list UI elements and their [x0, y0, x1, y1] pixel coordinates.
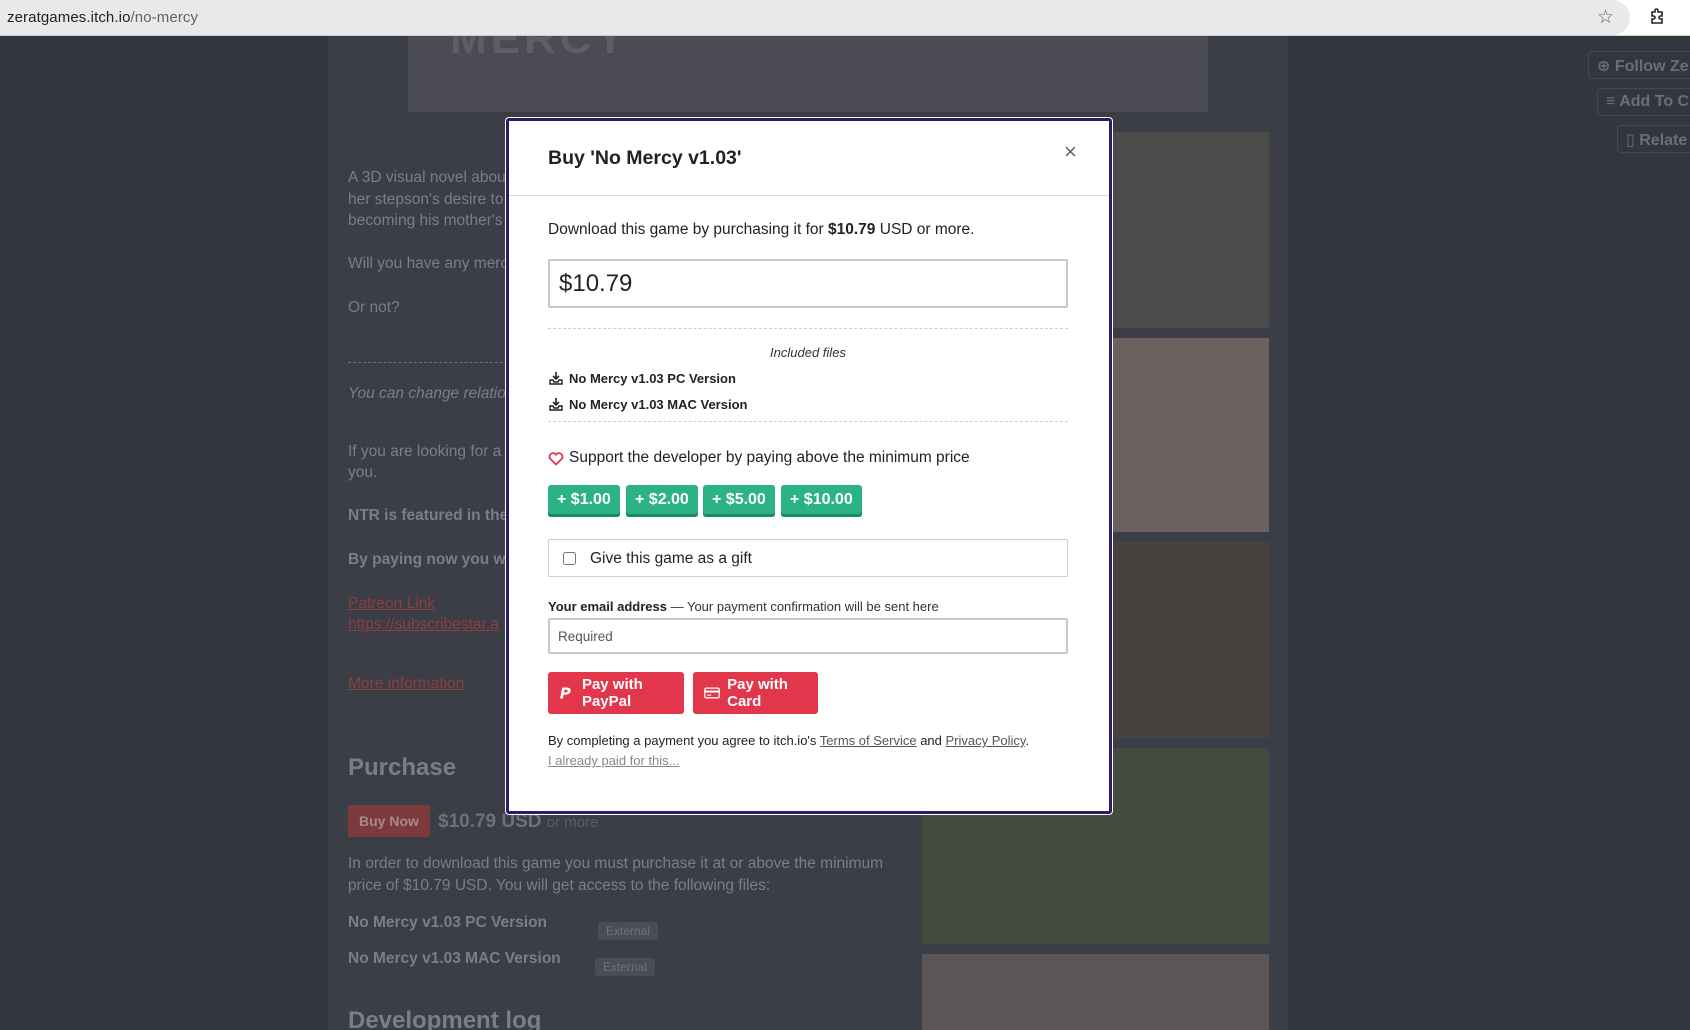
related-button[interactable]: ▯ Relate [1617, 125, 1690, 153]
download-icon [549, 398, 563, 411]
pay-with-paypal-button[interactable]: P Pay with PayPal [548, 672, 684, 714]
buy-modal: Buy 'No Mercy v1.03' × Download this gam… [506, 118, 1112, 814]
terms-text: By completing a payment you agree to itc… [548, 733, 1030, 748]
screenshot-5[interactable] [922, 954, 1269, 1030]
price-display: $10.79 USD or more [438, 811, 599, 832]
tip-button-2[interactable]: + $2.00 [626, 485, 698, 517]
description-line: you. [348, 464, 378, 481]
description-line: You can change relation [348, 385, 515, 402]
included-files-heading: Included files [770, 345, 846, 360]
description-line: Will you have any merc [348, 255, 509, 272]
subscribestar-link[interactable]: https://subscribestar.a [348, 614, 499, 636]
dashed-divider [548, 328, 1068, 329]
external-badge: External [595, 958, 656, 976]
file-name: No Mercy v1.03 PC Version [348, 914, 548, 931]
description-line: If you are looking for a [348, 443, 502, 460]
url-field[interactable]: zeratgames.itch.io/no-mercy [0, 0, 1630, 35]
privacy-policy-link[interactable]: Privacy Policy [946, 733, 1026, 748]
follow-button[interactable]: ⊕ Follow Ze [1588, 51, 1690, 79]
pay-with-card-button[interactable]: Pay with Card [693, 672, 818, 714]
file-name: No Mercy v1.03 MAC Version [348, 950, 561, 967]
description-line: NTR is featured in the [348, 507, 509, 524]
buy-now-button[interactable]: Buy Now [348, 805, 430, 837]
tip-button-5[interactable]: + $5.00 [703, 485, 775, 517]
support-developer-text: Support the developer by paying above th… [548, 449, 970, 467]
external-badge: External [598, 922, 659, 940]
included-file-row: No Mercy v1.03 PC Version [548, 370, 736, 386]
already-paid-link[interactable]: I already paid for this... [548, 753, 680, 768]
dashed-divider [548, 421, 1068, 422]
email-label: Your email address — Your payment confir… [548, 599, 939, 614]
price-input[interactable] [548, 259, 1068, 308]
included-file-row: No Mercy v1.03 MAC Version [548, 396, 747, 412]
divider [348, 362, 508, 363]
purchase-text: In order to download this game you must … [348, 855, 884, 872]
download-icon [549, 372, 563, 385]
close-icon[interactable]: × [1064, 141, 1077, 163]
email-field[interactable] [548, 618, 1068, 654]
credit-card-icon [704, 687, 720, 699]
gift-checkbox[interactable] [563, 552, 576, 565]
modal-title: Buy 'No Mercy v1.03' [548, 147, 742, 169]
gift-option[interactable]: Give this game as a gift [548, 539, 1068, 577]
purchase-text: price of $10.79 USD. You will get access… [348, 877, 771, 894]
gift-label: Give this game as a gift [590, 550, 752, 567]
paypal-icon: P [560, 685, 571, 702]
svg-text:P: P [560, 685, 571, 702]
more-information-link[interactable]: More information [348, 673, 464, 695]
heart-icon [548, 451, 564, 466]
purchase-heading: Purchase [348, 754, 457, 781]
add-to-collection-icon: ≡ [1606, 93, 1620, 110]
bookmark-star-icon[interactable]: ☆ [1597, 6, 1614, 29]
follow-user-icon: ⊕ [1597, 58, 1615, 75]
add-to-collection-button[interactable]: ≡ Add To C [1597, 88, 1690, 116]
purchase-intro: Download this game by purchasing it for … [548, 221, 975, 238]
related-map-icon: ▯ [1626, 132, 1640, 149]
tip-button-1[interactable]: + $1.00 [548, 485, 620, 517]
patreon-link[interactable]: Patreon Link [348, 593, 435, 615]
terms-of-service-link[interactable]: Terms of Service [820, 733, 917, 748]
url-text: zeratgames.itch.io/no-mercy [7, 9, 199, 26]
devlog-heading: Development log [348, 1007, 542, 1030]
modal-divider [509, 195, 1109, 196]
description-line: Or not? [348, 299, 400, 316]
tip-button-10[interactable]: + $10.00 [781, 485, 862, 517]
extension-icon[interactable] [1648, 6, 1668, 26]
description-line: her stepson's desire to [348, 191, 504, 208]
browser-address-bar: zeratgames.itch.io/no-mercy ☆ [0, 0, 1690, 36]
description-line: A 3D visual novel abou [348, 169, 506, 186]
description-line: By paying now you wi [348, 551, 510, 568]
banner-title: MERCY [450, 36, 629, 63]
description-line: becoming his mother's [348, 212, 503, 229]
